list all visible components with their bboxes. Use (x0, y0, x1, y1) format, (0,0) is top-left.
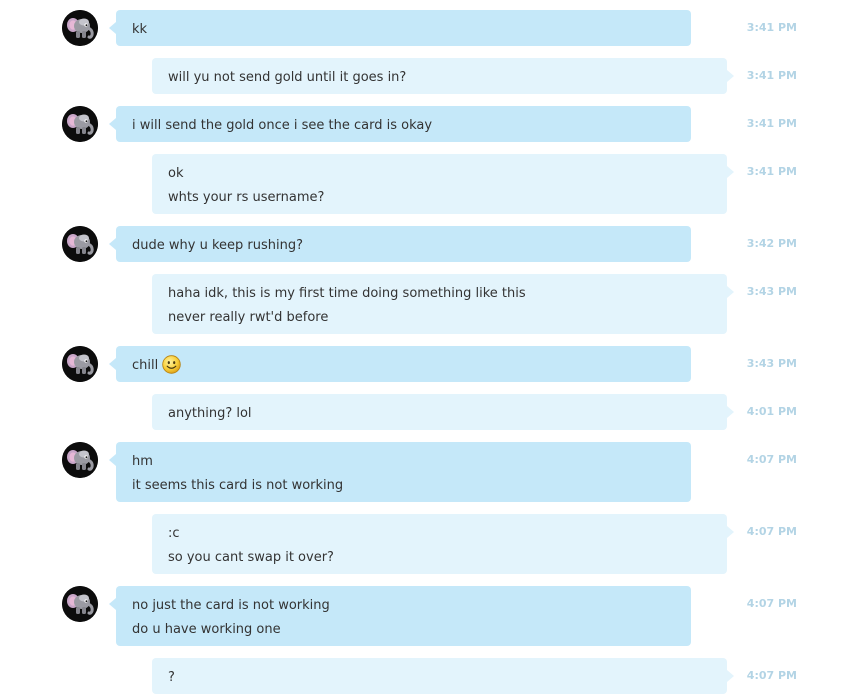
message-timestamp: 4:07 PM (746, 597, 797, 610)
elephant-avatar-icon[interactable] (62, 226, 98, 262)
message-bubble[interactable]: anything? lol (152, 394, 734, 430)
message-timestamp: 3:41 PM (746, 117, 797, 130)
message-text: no just the card is not working (132, 598, 330, 613)
message-timestamp: 3:41 PM (746, 69, 797, 82)
message-text: it seems this card is not working (132, 478, 344, 493)
message-bubble[interactable]: kk (109, 10, 691, 46)
message-bubble[interactable]: ok whts your rs username? (152, 154, 734, 214)
message-line: chill (132, 354, 675, 378)
message-bubble[interactable]: :c so you cant swap it over? (152, 514, 734, 574)
message-text: ? (168, 670, 175, 685)
message-bubble[interactable]: chill (109, 346, 691, 382)
message-text: chill (132, 358, 159, 373)
message-timestamp: 4:07 PM (746, 453, 797, 466)
message-text: i will send the gold once i see the card… (132, 118, 433, 133)
message-bubble[interactable]: i will send the gold once i see the card… (109, 106, 691, 142)
elephant-avatar-icon[interactable] (62, 586, 98, 622)
message-bubble[interactable]: ? (152, 658, 734, 694)
elephant-avatar-icon[interactable] (62, 10, 98, 46)
message-timestamp: 4:01 PM (746, 405, 797, 418)
message-text: never really rwt'd before (168, 310, 329, 325)
message-text: kk (132, 22, 148, 37)
message-timestamp: 3:43 PM (746, 357, 797, 370)
message-text: :c (168, 526, 180, 541)
message-text: ok (168, 166, 184, 181)
message-timestamp: 4:07 PM (746, 669, 797, 682)
message-bubble[interactable]: dude why u keep rushing? (109, 226, 691, 262)
message-bubble[interactable]: no just the card is not working do u hav… (109, 586, 691, 646)
message-text: do u have working one (132, 622, 281, 637)
message-timestamp: 3:43 PM (746, 285, 797, 298)
message-text: haha idk, this is my first time doing so… (168, 286, 526, 301)
message-text: dude why u keep rushing? (132, 238, 303, 253)
message-text: anything? lol (168, 406, 252, 421)
message-text: will yu not send gold until it goes in? (168, 70, 407, 85)
chat-history: kk 3:41 PM will yu not send gold until i… (0, 0, 855, 694)
message-text: so you cant swap it over? (168, 550, 334, 565)
elephant-avatar-icon[interactable] (62, 346, 98, 382)
message-text: hm (132, 454, 153, 469)
message-timestamp: 3:42 PM (746, 237, 797, 250)
message-text: whts your rs username? (168, 190, 325, 205)
message-timestamp: 3:41 PM (746, 21, 797, 34)
elephant-avatar-icon[interactable] (62, 442, 98, 478)
message-timestamp: 3:41 PM (746, 165, 797, 178)
message-bubble[interactable]: haha idk, this is my first time doing so… (152, 274, 734, 334)
message-bubble[interactable]: hm it seems this card is not working (109, 442, 691, 502)
smiley-emoji-icon (162, 355, 181, 374)
message-bubble[interactable]: will yu not send gold until it goes in? (152, 58, 734, 94)
message-timestamp: 4:07 PM (746, 525, 797, 538)
elephant-avatar-icon[interactable] (62, 106, 98, 142)
